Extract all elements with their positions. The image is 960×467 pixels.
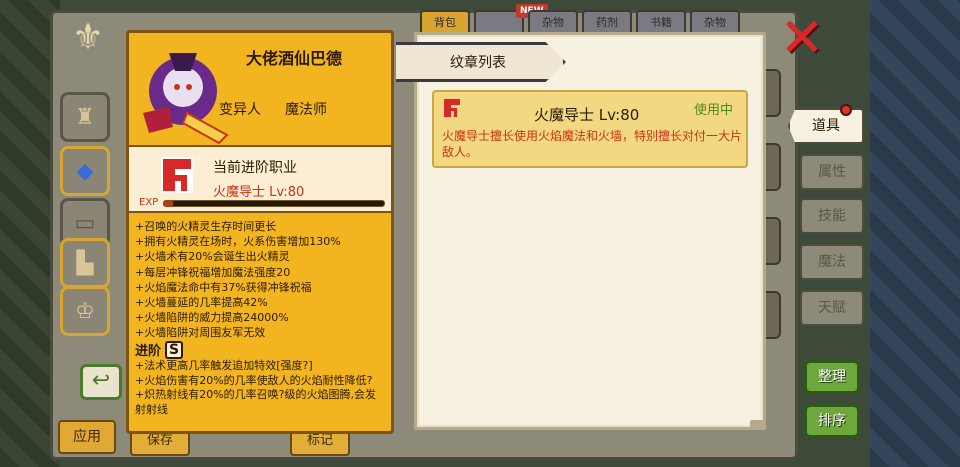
advance-item: +火焰伤害有20%的几率使敌人的火焰耐性降低? <box>135 373 373 387</box>
bonus-item: +火墙术有20%会诞生出火精灵 <box>135 250 290 264</box>
bonus-item: +火墙蔓延的几率提高42% <box>135 296 268 310</box>
boots-icon: ▙ <box>76 250 94 276</box>
close-icon[interactable]: ✕ <box>776 11 828 65</box>
crest-item-status: 使用中 <box>694 103 734 118</box>
bonus-list: +召唤的火精灵生存时间更长 +拥有火精灵在场时，火系伤害增加130% +火墙术有… <box>135 219 385 341</box>
tab-items[interactable]: 道具 <box>788 108 864 144</box>
fire-mage-crest-icon <box>161 157 193 193</box>
apply-button[interactable]: 应用 <box>58 420 116 454</box>
armor-icon: ♜ <box>75 104 95 130</box>
reset-button[interactable]: ↩ <box>80 364 122 400</box>
bonus-item: +每层冲锋祝福增加魔法强度20 <box>135 265 291 279</box>
exp-label: EXP <box>139 197 159 208</box>
crest-list-item[interactable]: 火魔导士 Lv:80 使用中 火魔导士擅长使用火焰魔法和火墙，特别擅长对付一大片… <box>432 90 748 168</box>
sort-button[interactable]: 整理 <box>804 360 860 394</box>
panel-resize-handle[interactable] <box>750 420 764 428</box>
crest-item-name: 火魔导士 Lv:80 <box>534 106 640 124</box>
amulet-slot[interactable]: ◆ <box>60 146 110 196</box>
bonus-item: +召唤的火精灵生存时间更长 <box>135 220 277 233</box>
profession-title: 当前进阶职业 <box>213 160 297 176</box>
advance-grade-badge: S <box>165 340 184 359</box>
helmet-slot[interactable]: ♔ <box>60 286 110 336</box>
character-class: 魔法师 <box>285 102 327 118</box>
exp-bar-fill <box>164 201 173 206</box>
profession-level: 火魔导士 Lv:80 <box>213 185 305 200</box>
crest-item-description: 火魔导士擅长使用火焰魔法和火墙，特别擅长对付一大片敌人。 <box>442 129 743 159</box>
undo-icon: ↩ <box>91 368 111 393</box>
boots-slot[interactable]: ▙ <box>60 238 110 288</box>
gem-icon: ◆ <box>76 158 94 184</box>
character-race: 变异人 <box>219 102 261 118</box>
character-name: 大佬酒仙巴德 <box>245 49 342 68</box>
advance-label: 进阶 <box>135 344 162 359</box>
bonus-item: +火墙陷阱对周围友军无效 <box>135 326 266 340</box>
crest-list-title: 纹章列表 <box>450 55 506 71</box>
empty-slot-icon: ▭ <box>74 210 96 236</box>
profession-box: 当前进阶职业 火魔导士 Lv:80 EXP <box>129 145 391 213</box>
tab-talents[interactable]: 天赋 <box>800 290 864 326</box>
tab-attributes[interactable]: 属性 <box>800 154 864 190</box>
bonus-item: +火墙陷阱的威力提高24000% <box>135 311 289 325</box>
character-card: 大佬酒仙巴德 变异人 魔法师 当前进阶职业 火魔导士 Lv:80 EXP +召唤… <box>126 30 394 434</box>
advance-heading: 进阶 S <box>135 340 184 359</box>
bonus-item: +火焰魔法命中有37%获得冲锋祝福 <box>135 280 312 294</box>
armor-slot[interactable]: ♜ <box>60 92 110 142</box>
tab-skills[interactable]: 技能 <box>800 198 864 234</box>
advance-item: +法术更高几率触发追加特效[强度?] <box>135 359 313 372</box>
bonus-item: +拥有火精灵在场时，火系伤害增加130% <box>135 235 341 249</box>
advance-item: +炽热射线有20%的几率召唤?级的火焰图腾,会发射射线 <box>135 388 376 416</box>
notification-dot <box>840 104 852 116</box>
advance-list: +法术更高几率触发追加特效[强度?] +火焰伤害有20%的几率使敌人的火焰耐性降… <box>135 359 385 417</box>
exp-bar <box>163 200 385 207</box>
order-button[interactable]: 排序 <box>804 404 860 438</box>
game-background-right <box>870 0 960 467</box>
tab-magic[interactable]: 魔法 <box>800 244 864 280</box>
fire-mage-crest-icon <box>444 99 460 117</box>
helmet-icon: ♔ <box>75 298 95 324</box>
crest-badge-icon: ⚜ <box>71 17 105 58</box>
